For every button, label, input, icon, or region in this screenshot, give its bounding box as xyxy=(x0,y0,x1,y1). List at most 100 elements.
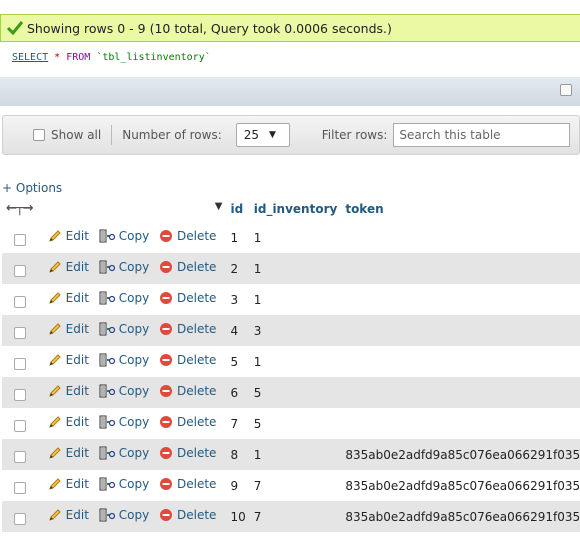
column-header-token[interactable]: token xyxy=(341,196,580,223)
row-actions: Edit Copy Delete xyxy=(2,439,227,470)
cell-id: 7 xyxy=(226,408,250,439)
copy-icon xyxy=(99,353,115,367)
delete-button[interactable]: Delete xyxy=(159,229,216,243)
pencil-icon xyxy=(48,292,61,304)
copy-button[interactable]: Copy xyxy=(99,229,149,243)
table-row[interactable]: Edit Copy Delete 4 3 xyxy=(2,315,580,346)
copy-button[interactable]: Copy xyxy=(99,415,149,429)
copy-label: Copy xyxy=(118,229,150,244)
cell-id-inventory: 5 xyxy=(249,408,342,439)
sql-from-keyword: FROM xyxy=(66,52,91,63)
row-checkbox[interactable] xyxy=(14,326,26,339)
delete-label: Delete xyxy=(177,477,217,491)
row-checkbox[interactable] xyxy=(14,388,26,401)
pencil-icon xyxy=(48,261,61,273)
delete-button[interactable]: Delete xyxy=(159,508,216,522)
edit-button[interactable]: Edit xyxy=(48,508,89,522)
copy-button[interactable]: Copy xyxy=(99,384,149,398)
cell-id-inventory: 3 xyxy=(249,315,342,346)
sql-query: SELECT * FROM `tbl_listinventory` xyxy=(0,42,580,76)
delete-button[interactable]: Delete xyxy=(159,322,216,336)
search-input[interactable] xyxy=(393,123,571,147)
edit-label: Edit xyxy=(65,415,89,429)
cell-id: 10 xyxy=(226,501,250,532)
row-checkbox[interactable] xyxy=(14,357,26,370)
table-row[interactable]: Edit Copy Delete 8 1 835ab0e2adfd9a85c07… xyxy=(2,439,580,470)
column-header-id[interactable]: id xyxy=(226,196,250,223)
table-row[interactable]: Edit Copy Delete 7 5 xyxy=(2,408,580,439)
copy-label: Copy xyxy=(118,353,150,367)
table-row[interactable]: Edit Copy Delete 9 7 835ab0e2adfd9a85c07… xyxy=(2,470,580,501)
table-row[interactable]: Edit Copy Delete 2 1 xyxy=(2,253,580,284)
column-header-id-inventory[interactable]: id_inventory xyxy=(249,196,342,223)
cell-id: 5 xyxy=(226,346,250,377)
copy-button[interactable]: Copy xyxy=(99,446,149,460)
delete-label: Delete xyxy=(177,322,217,336)
copy-button[interactable]: Copy xyxy=(99,508,149,522)
delete-button[interactable]: Delete xyxy=(159,353,216,367)
cell-id-inventory: 5 xyxy=(249,377,342,408)
row-checkbox[interactable] xyxy=(14,233,26,246)
copy-label: Copy xyxy=(118,291,150,305)
delete-icon xyxy=(160,509,173,521)
column-resize-icon[interactable]: ←┬→ xyxy=(6,201,34,216)
edit-button[interactable]: Edit xyxy=(48,415,89,429)
sql-table-name: `tbl_listinventory` xyxy=(96,52,211,63)
pencil-icon xyxy=(48,509,61,521)
edit-button[interactable]: Edit xyxy=(48,322,89,336)
edit-button[interactable]: Edit xyxy=(48,384,89,398)
delete-label: Delete xyxy=(177,415,217,429)
row-checkbox[interactable] xyxy=(14,481,26,494)
rows-label: Number of rows: xyxy=(122,128,222,142)
row-checkbox[interactable] xyxy=(14,264,26,277)
table-row[interactable]: Edit Copy Delete 1 1 xyxy=(2,222,580,253)
copy-button[interactable]: Copy xyxy=(99,477,149,491)
cell-id: 3 xyxy=(226,284,250,315)
edit-button[interactable]: Edit xyxy=(48,260,89,274)
edit-button[interactable]: Edit xyxy=(48,446,89,460)
pencil-icon xyxy=(48,416,61,428)
table-row[interactable]: Edit Copy Delete 3 1 xyxy=(2,284,580,315)
table-row[interactable]: Edit Copy Delete 6 5 xyxy=(2,377,580,408)
cell-id: 9 xyxy=(226,470,250,501)
delete-label: Delete xyxy=(177,384,217,398)
table-row[interactable]: Edit Copy Delete 5 1 xyxy=(2,346,580,377)
show-all-checkbox[interactable] xyxy=(33,129,45,141)
filter-rows-label: Filter rows: xyxy=(321,128,388,142)
edit-label: Edit xyxy=(65,322,89,336)
delete-button[interactable]: Delete xyxy=(159,291,216,305)
delete-button[interactable]: Delete xyxy=(159,446,216,460)
row-checkbox[interactable] xyxy=(14,512,26,525)
delete-icon xyxy=(160,230,173,243)
edit-button[interactable]: Edit xyxy=(48,229,89,243)
delete-icon xyxy=(160,416,173,428)
pencil-icon xyxy=(48,447,61,459)
rows-select[interactable]: 25 ▼ xyxy=(235,123,290,147)
sort-caret-icon[interactable]: ▼ xyxy=(215,201,223,212)
copy-button[interactable]: Copy xyxy=(99,260,149,274)
copy-button[interactable]: Copy xyxy=(99,291,149,305)
edit-button[interactable]: Edit xyxy=(48,353,89,367)
edit-button[interactable]: Edit xyxy=(48,477,89,491)
delete-button[interactable]: Delete xyxy=(159,384,216,398)
row-checkbox[interactable] xyxy=(14,295,26,308)
delete-button[interactable]: Delete xyxy=(159,415,216,429)
copy-button[interactable]: Copy xyxy=(99,322,149,336)
row-actions: Edit Copy Delete xyxy=(2,377,227,408)
sql-select-keyword[interactable]: SELECT xyxy=(12,52,48,63)
cell-token: 835ab0e2adfd9a85c076ea066291f035 xyxy=(341,439,580,470)
column-arrows-header[interactable]: ←┬→ ▼ xyxy=(2,196,227,223)
copy-icon xyxy=(99,415,115,429)
delete-button[interactable]: Delete xyxy=(159,260,216,274)
options-link[interactable]: + Options xyxy=(2,181,62,195)
row-checkbox[interactable] xyxy=(14,450,26,463)
query-toolbar xyxy=(0,77,580,106)
copy-button[interactable]: Copy xyxy=(99,353,149,367)
toolbar-checkbox[interactable] xyxy=(560,84,572,96)
table-row[interactable]: Edit Copy Delete 10 7 835ab0e2adfd9a85c0… xyxy=(2,501,580,532)
row-checkbox[interactable] xyxy=(14,419,26,432)
edit-button[interactable]: Edit xyxy=(48,291,89,305)
delete-button[interactable]: Delete xyxy=(159,477,216,491)
edit-label: Edit xyxy=(65,508,89,522)
copy-icon xyxy=(99,260,115,274)
